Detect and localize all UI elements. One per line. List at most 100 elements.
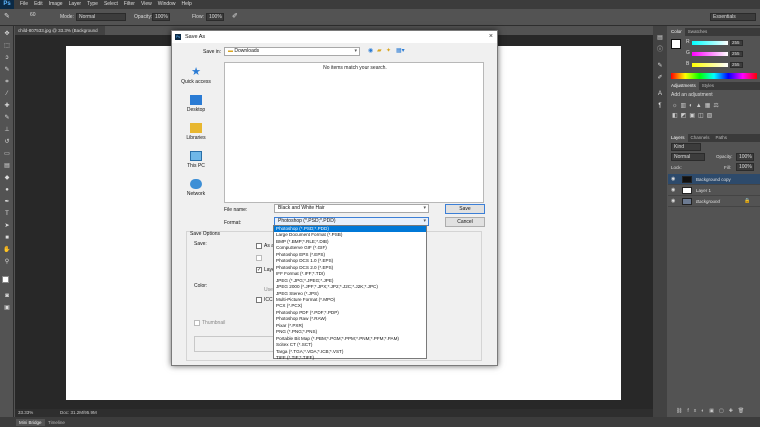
tab-paths[interactable]: Paths (713, 135, 731, 140)
g-input[interactable]: 255 (730, 51, 743, 57)
brush-tool-icon[interactable]: ✎ (3, 114, 11, 122)
shape-tool-icon[interactable]: ■ (3, 234, 11, 242)
layer-name[interactable]: Layer 1 (696, 185, 711, 196)
adjustment-icons-row2[interactable]: ◧◩▣◫▧ (672, 112, 715, 119)
menu-image[interactable]: Image (49, 0, 63, 9)
menu-window[interactable]: Window (158, 0, 176, 9)
back-icon[interactable]: ◉ (368, 47, 373, 54)
r-slider[interactable] (692, 41, 728, 45)
foreground-color-swatch[interactable] (2, 276, 9, 283)
view-menu-icon[interactable]: ▦▾ (396, 47, 405, 54)
menu-type[interactable]: Type (87, 0, 98, 9)
notes-checkbox[interactable] (256, 255, 262, 261)
r-input[interactable]: 255 (730, 40, 743, 46)
brush-size-value[interactable]: 60 (30, 12, 36, 18)
history-panel-icon[interactable]: ▤ (656, 34, 664, 42)
menu-file[interactable]: File (20, 0, 28, 9)
airbrush-icon[interactable]: ✐ (232, 12, 238, 20)
menu-edit[interactable]: Edit (34, 0, 43, 9)
pen-tool-icon[interactable]: ✒ (3, 198, 11, 206)
layer-name[interactable]: Background copy (696, 174, 731, 185)
g-slider[interactable] (692, 52, 728, 56)
up-folder-icon[interactable]: ▰ (377, 47, 382, 54)
brush-panel-icon[interactable]: ✎ (656, 62, 664, 70)
opacity-input[interactable]: 100% (152, 13, 170, 21)
file-list[interactable]: No items match your search. (224, 62, 484, 203)
fill-input[interactable]: 100% (736, 163, 754, 171)
document-info[interactable]: Doc: 31.2M/95.9M (60, 409, 97, 417)
healing-brush-tool-icon[interactable]: ✚ (3, 102, 11, 110)
place-network[interactable]: Network (176, 179, 216, 197)
quick-select-tool-icon[interactable]: ✎ (3, 66, 11, 74)
layer-kind-filter[interactable]: Kind (671, 143, 701, 151)
tab-adjustments[interactable]: Adjustments (668, 82, 699, 90)
brush-presets-icon[interactable]: ✐ (656, 74, 664, 82)
adjustment-icons[interactable]: ☼▥◐▲▦⚖ (672, 102, 722, 109)
tab-swatches[interactable]: Swatches (685, 29, 711, 34)
file-name-input[interactable]: Black and White Hair ▾ (274, 204, 429, 213)
place-libraries[interactable]: Libraries (176, 123, 216, 141)
format-option[interactable]: TIFF (*.TIF;*.TIFF) (274, 355, 426, 360)
path-selection-tool-icon[interactable]: ➤ (3, 222, 11, 230)
visibility-eye-icon[interactable]: ◉ (671, 185, 675, 196)
zoom-tool-icon[interactable]: ⚲ (3, 258, 11, 266)
close-icon[interactable]: × (489, 31, 493, 43)
quick-mask-icon[interactable]: ◙ (3, 292, 11, 300)
tab-channels[interactable]: Channels (688, 135, 713, 140)
move-tool-icon[interactable]: ✥ (3, 30, 11, 38)
document-tab[interactable]: child-807533.jpg @ 33.3% (Background cop… (15, 26, 105, 42)
cancel-button[interactable]: Cancel (445, 217, 485, 227)
layer-blend-mode[interactable]: Normal (671, 153, 705, 161)
b-slider[interactable] (692, 63, 728, 67)
b-input[interactable]: 255 (730, 62, 743, 68)
menu-help[interactable]: Help (182, 0, 192, 9)
blur-tool-icon[interactable]: ◆ (3, 174, 11, 182)
layer-name[interactable]: Background (696, 196, 720, 207)
place-desktop[interactable]: Desktop (176, 95, 216, 113)
marquee-tool-icon[interactable]: ⬚ (3, 42, 11, 50)
mode-select[interactable]: Normal (76, 13, 126, 21)
history-brush-tool-icon[interactable]: ↺ (3, 138, 11, 146)
color-spectrum[interactable] (671, 73, 757, 79)
dodge-tool-icon[interactable]: ● (3, 186, 11, 194)
menu-select[interactable]: Select (104, 0, 118, 9)
place-quick-access[interactable]: ★ Quick access (176, 67, 216, 86)
menu-view[interactable]: View (141, 0, 152, 9)
timeline-tab[interactable]: Timeline (48, 419, 65, 426)
menu-filter[interactable]: Filter (124, 0, 135, 9)
clone-stamp-tool-icon[interactable]: ⊥ (3, 126, 11, 134)
visibility-eye-icon[interactable]: ◉ (671, 196, 675, 207)
save-button[interactable]: Save (445, 204, 485, 214)
zoom-level[interactable]: 33.33% (18, 410, 33, 415)
save-in-select[interactable]: ▬ Downloads ▾ (224, 47, 360, 56)
place-this-pc[interactable]: This PC (176, 151, 216, 169)
layer-row[interactable]: ◉ Background copy (668, 174, 760, 185)
crop-tool-icon[interactable]: ⌗ (3, 78, 11, 86)
properties-panel-icon[interactable]: ⓘ (656, 46, 664, 54)
hand-tool-icon[interactable]: ✋ (3, 246, 11, 254)
eyedropper-tool-icon[interactable]: ⁄ (3, 90, 11, 98)
layer-row[interactable]: ◉ Background 🔒 (668, 196, 760, 207)
new-folder-icon[interactable]: ✦ (386, 47, 391, 54)
visibility-eye-icon[interactable]: ◉ (671, 174, 675, 185)
type-tool-icon[interactable]: T (3, 210, 11, 218)
dialog-titlebar[interactable]: Ps Save As × (172, 31, 497, 43)
menu-layer[interactable]: Layer (69, 0, 82, 9)
screen-mode-icon[interactable]: ▣ (3, 304, 11, 312)
brush-tool-icon[interactable]: ✎ (4, 12, 10, 20)
tab-layers[interactable]: Layers (668, 134, 688, 142)
icc-checkbox[interactable] (256, 297, 262, 303)
as-copy-checkbox[interactable] (256, 243, 262, 249)
eraser-tool-icon[interactable]: ▭ (3, 150, 11, 158)
character-panel-icon[interactable]: A (656, 90, 664, 98)
color-fg-swatch[interactable] (671, 39, 681, 49)
mini-bridge-tab[interactable]: Mini Bridge (16, 419, 45, 426)
layers-checkbox[interactable]: ✓ (256, 267, 262, 273)
format-dropdown-list[interactable]: Photoshop (*.PSD;*.PDD) Large Document F… (273, 225, 427, 360)
layer-action-icons[interactable]: ⛓fx◐▣▢✚🗑 (676, 408, 749, 414)
tab-color[interactable]: Color (668, 28, 685, 36)
layer-row[interactable]: ◉ Layer 1 (668, 185, 760, 196)
lasso-tool-icon[interactable]: ↄ (3, 54, 11, 62)
thumbnail-checkbox[interactable] (194, 320, 200, 326)
gradient-tool-icon[interactable]: ▤ (3, 162, 11, 170)
